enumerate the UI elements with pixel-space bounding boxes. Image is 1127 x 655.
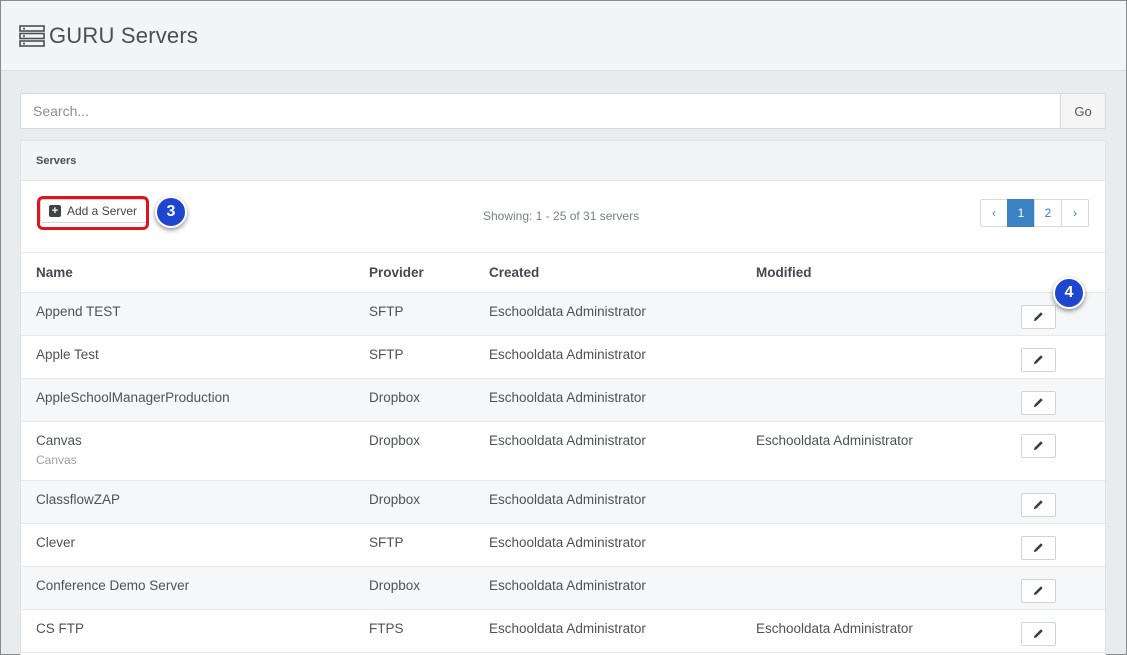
- pencil-icon: [1033, 355, 1043, 365]
- table-row: Clever SFTP Eschooldata Administrator: [21, 523, 1105, 567]
- column-header-created[interactable]: Created: [474, 253, 741, 293]
- pagination-page-1[interactable]: 1: [1007, 199, 1035, 227]
- table-header-row: Name Provider Created Modified: [21, 253, 1105, 293]
- cell-name: Conference Demo Server: [21, 566, 354, 610]
- panel-heading: Servers: [21, 141, 1105, 181]
- cell-name: Canvas Canvas: [21, 421, 354, 481]
- cell-name: CS FTP: [21, 609, 354, 653]
- server-description: Canvas: [36, 452, 77, 467]
- servers-table: Name Provider Created Modified Append TE…: [21, 253, 1105, 653]
- cell-created: Eschooldata Administrator: [474, 609, 741, 653]
- column-header-provider[interactable]: Provider: [354, 253, 474, 293]
- edit-button[interactable]: [1021, 433, 1056, 458]
- cell-modified: [741, 292, 1006, 336]
- search-input[interactable]: [21, 94, 1060, 128]
- cell-provider: SFTP: [354, 292, 474, 336]
- cell-actions: [1006, 421, 1105, 481]
- cell-name: ClassflowZAP: [21, 480, 354, 524]
- column-header-name[interactable]: Name: [21, 253, 354, 293]
- pencil-icon: [1033, 629, 1043, 639]
- pencil-icon: [1033, 500, 1043, 510]
- cell-provider: SFTP: [354, 523, 474, 567]
- cell-created: Eschooldata Administrator: [474, 378, 741, 422]
- cell-modified: [741, 335, 1006, 379]
- pencil-icon: [1033, 441, 1043, 451]
- table-row: Conference Demo Server Dropbox Eschooldata…: [21, 566, 1105, 610]
- server-name[interactable]: ClassflowZAP: [36, 492, 354, 507]
- edit-button[interactable]: [1021, 535, 1056, 560]
- table-row: Apple Test SFTP Eschooldata Administrator: [21, 335, 1105, 379]
- cell-provider: FTPS: [354, 609, 474, 653]
- cell-actions: [1006, 566, 1105, 610]
- server-name[interactable]: AppleSchoolManagerProduction: [36, 390, 354, 405]
- pagination: ‹ 1 2 ›: [980, 199, 1089, 227]
- cell-provider: Dropbox: [354, 378, 474, 422]
- showing-count: Showing: 1 - 25 of 31 servers: [483, 209, 640, 223]
- server-name[interactable]: CS FTP: [36, 621, 354, 636]
- pagination-prev-button[interactable]: ‹: [980, 199, 1008, 227]
- server-name[interactable]: Conference Demo Server: [36, 578, 354, 593]
- cell-modified: Eschooldata Administrator: [741, 421, 1006, 481]
- pencil-icon: [1033, 586, 1043, 596]
- pencil-icon: [1033, 543, 1043, 553]
- pagination-next-button[interactable]: ›: [1061, 199, 1089, 227]
- cell-created: Eschooldata Administrator: [474, 566, 741, 610]
- cell-actions: [1006, 609, 1105, 653]
- cell-modified: [741, 480, 1006, 524]
- cell-created: Eschooldata Administrator: [474, 292, 741, 336]
- edit-button[interactable]: [1021, 347, 1056, 372]
- table-row: CS FTP FTPS Eschooldata Administrator Escho…: [21, 609, 1105, 653]
- cell-modified: [741, 378, 1006, 422]
- page-title: GURU Servers: [49, 22, 199, 48]
- edit-button[interactable]: [1021, 578, 1056, 603]
- cell-created: Eschooldata Administrator: [474, 421, 741, 481]
- cell-actions: [1006, 378, 1105, 422]
- cell-modified: [741, 566, 1006, 610]
- cell-provider: Dropbox: [354, 421, 474, 481]
- cell-name: Append TEST: [21, 292, 354, 336]
- callout-3: 3: [155, 196, 187, 228]
- cell-name: Apple Test: [21, 335, 354, 379]
- add-button-highlight: [37, 196, 149, 230]
- server-name[interactable]: Append TEST: [36, 304, 354, 319]
- cell-name: AppleSchoolManagerProduction: [21, 378, 354, 422]
- table-row: Append TEST SFTP Eschooldata Administrator: [21, 292, 1105, 336]
- cell-modified: Eschooldata Administrator: [741, 609, 1006, 653]
- pencil-icon: [1033, 312, 1043, 322]
- edit-button[interactable]: [1021, 304, 1056, 329]
- server-icon: [19, 24, 45, 47]
- pencil-icon: [1033, 398, 1043, 408]
- table-row: Canvas Canvas Dropbox Eschooldata Administr…: [21, 421, 1105, 481]
- edit-button[interactable]: [1021, 492, 1056, 517]
- edit-button[interactable]: [1021, 621, 1056, 646]
- go-button[interactable]: Go: [1060, 94, 1105, 128]
- cell-actions: [1006, 335, 1105, 379]
- cell-name: Clever: [21, 523, 354, 567]
- search-bar: Go: [20, 93, 1106, 129]
- edit-button[interactable]: [1021, 390, 1056, 415]
- cell-provider: SFTP: [354, 335, 474, 379]
- column-header-modified[interactable]: Modified: [741, 253, 1006, 293]
- callout-4: 4: [1053, 277, 1085, 309]
- server-name[interactable]: Canvas: [36, 433, 354, 448]
- cell-created: Eschooldata Administrator: [474, 480, 741, 524]
- cell-provider: Dropbox: [354, 566, 474, 610]
- server-name[interactable]: Apple Test: [36, 347, 354, 362]
- page-header: GURU Servers: [1, 1, 1126, 71]
- pagination-page-2[interactable]: 2: [1034, 199, 1062, 227]
- cell-actions: [1006, 523, 1105, 567]
- cell-created: Eschooldata Administrator: [474, 523, 741, 567]
- cell-created: Eschooldata Administrator: [474, 335, 741, 379]
- cell-provider: Dropbox: [354, 480, 474, 524]
- table-row: AppleSchoolManagerProduction Dropbox Escho…: [21, 378, 1105, 422]
- cell-modified: [741, 523, 1006, 567]
- server-name[interactable]: Clever: [36, 535, 354, 550]
- table-row: ClassflowZAP Dropbox Eschooldata Administr…: [21, 480, 1105, 524]
- cell-actions: [1006, 480, 1105, 524]
